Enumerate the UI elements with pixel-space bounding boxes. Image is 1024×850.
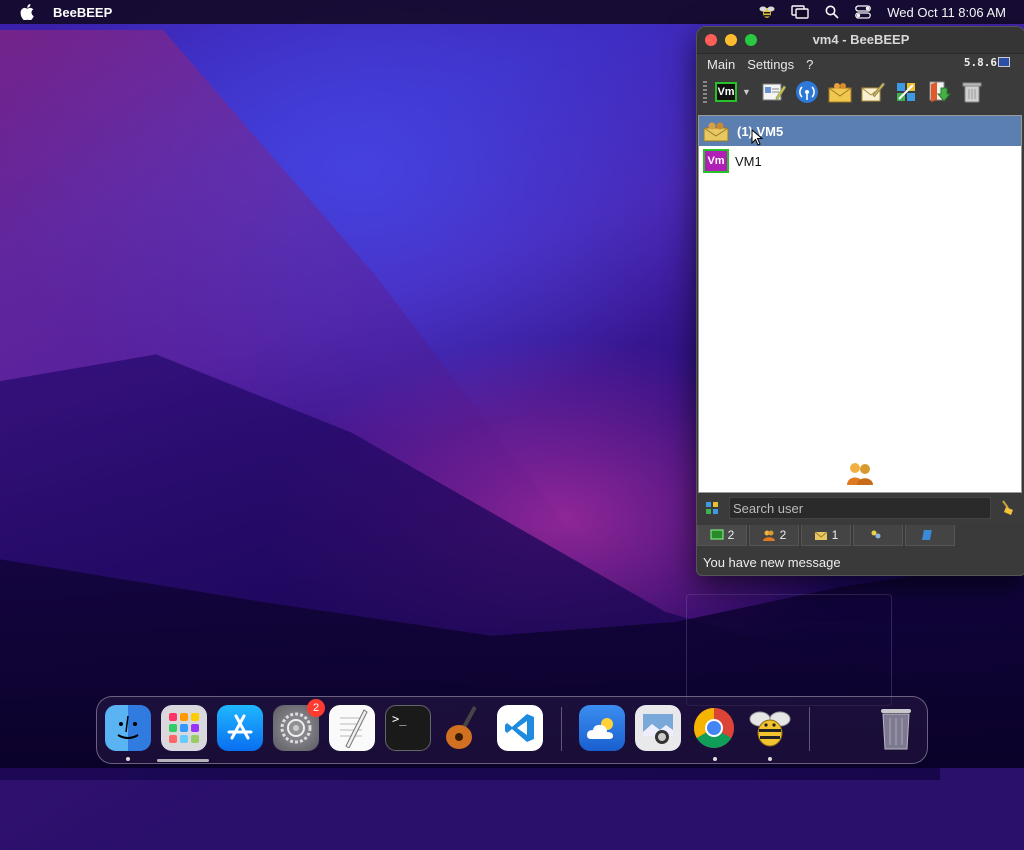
users-group-icon bbox=[845, 461, 875, 490]
download-arrow-icon bbox=[929, 81, 951, 102]
envelope-icon bbox=[814, 531, 827, 540]
textedit-icon[interactable] bbox=[329, 705, 375, 751]
clear-history-button[interactable] bbox=[959, 79, 985, 105]
file-transfer-button[interactable] bbox=[926, 79, 952, 105]
language-flag-icon bbox=[998, 57, 1010, 67]
notification-badge: 2 bbox=[307, 699, 325, 717]
main-toolbar: Vm ▼ bbox=[697, 74, 1024, 110]
chrome-icon[interactable] bbox=[691, 705, 737, 751]
broadcast-icon bbox=[795, 81, 818, 103]
preview-icon[interactable] bbox=[635, 705, 681, 751]
version-label: 5.8.6 bbox=[963, 56, 997, 69]
user-list-item-label: VM1 bbox=[735, 153, 762, 169]
launchpad-icon[interactable] bbox=[161, 705, 207, 751]
share-people-icon bbox=[871, 530, 881, 539]
status-message: You have new message bbox=[703, 555, 841, 570]
user-avatar-badge: Vm bbox=[715, 82, 737, 102]
tab-users[interactable]: 2 bbox=[697, 525, 747, 546]
envelope-group-icon bbox=[828, 83, 852, 103]
dock: 2 >_ bbox=[96, 696, 928, 764]
group-envelope-icon bbox=[703, 119, 729, 143]
menu-settings[interactable]: Settings bbox=[747, 57, 794, 72]
app-menu-bar: Main Settings ? 5.8.6 bbox=[697, 54, 1024, 74]
apple-menu-icon[interactable] bbox=[18, 3, 36, 21]
finder-icon[interactable] bbox=[105, 705, 151, 751]
system-settings-icon[interactable]: 2 bbox=[273, 699, 325, 751]
group-chat-button[interactable] bbox=[827, 79, 853, 105]
user-status-button[interactable]: Vm bbox=[713, 79, 739, 105]
terminal-icon[interactable]: >_ bbox=[385, 705, 431, 751]
network-button[interactable] bbox=[794, 79, 820, 105]
garageband-icon[interactable] bbox=[441, 705, 487, 751]
vscode-icon[interactable] bbox=[497, 705, 543, 751]
dock-scroll-indicator bbox=[157, 759, 209, 762]
people-icon bbox=[762, 530, 775, 541]
tab-count: 2 bbox=[779, 528, 787, 542]
beebeep-icon[interactable] bbox=[747, 705, 793, 751]
plugin-puzzle-icon bbox=[896, 83, 915, 101]
active-app-name[interactable]: BeeBEEP bbox=[53, 5, 112, 20]
beebeep-window: vm4 - BeeBEEP Main Settings ? 5.8.6 Vm ▼ bbox=[696, 26, 1024, 576]
menu-help[interactable]: ? bbox=[806, 57, 813, 72]
window-title: vm4 - BeeBEEP bbox=[812, 32, 910, 47]
menu-bar-clock[interactable]: Wed Oct 11 8:06 AM bbox=[887, 5, 1006, 20]
plugins-button[interactable] bbox=[893, 79, 919, 105]
view-tabs: 2 2 1 bbox=[697, 525, 957, 547]
profile-card-icon bbox=[762, 83, 786, 101]
tab-shares[interactable] bbox=[853, 525, 903, 546]
app-store-icon[interactable] bbox=[217, 705, 263, 751]
chevron-down-icon[interactable]: ▼ bbox=[742, 87, 751, 97]
user-list-item-vm5[interactable]: (1) VM5 bbox=[699, 116, 1021, 146]
ghost-window-outline bbox=[686, 594, 892, 706]
trash-icon[interactable] bbox=[873, 705, 919, 751]
envelope-pencil-icon bbox=[861, 82, 885, 102]
filter-puzzle-icon bbox=[705, 501, 719, 520]
search-bar bbox=[697, 495, 1024, 523]
window-titlebar[interactable]: vm4 - BeeBEEP bbox=[697, 27, 1024, 54]
control-center-icon[interactable] bbox=[855, 0, 872, 24]
trash-bin-icon bbox=[962, 82, 982, 103]
notebook-icon bbox=[922, 530, 932, 540]
beebeep-status-icon[interactable] bbox=[759, 0, 775, 24]
user-list: (1) VM5 Vm VM1 bbox=[698, 115, 1022, 493]
screen-mirroring-icon[interactable] bbox=[791, 0, 809, 24]
user-avatar-badge: Vm bbox=[703, 149, 729, 173]
tab-log[interactable] bbox=[905, 525, 955, 546]
menu-main[interactable]: Main bbox=[707, 57, 735, 72]
mouse-cursor-icon bbox=[751, 129, 763, 146]
users-screen-icon bbox=[710, 529, 724, 540]
menu-bar: BeeBEEP Wed Oct 11 8:06 AM bbox=[0, 0, 1024, 24]
tab-groups[interactable]: 2 bbox=[749, 525, 799, 546]
tab-count: 2 bbox=[727, 528, 735, 542]
edit-profile-button[interactable] bbox=[761, 79, 787, 105]
tab-count: 1 bbox=[831, 528, 839, 542]
toolbar-grip-handle[interactable] bbox=[703, 81, 707, 103]
tab-chats[interactable]: 1 bbox=[801, 525, 851, 546]
spotlight-search-icon[interactable] bbox=[825, 0, 839, 24]
user-list-item-vm1[interactable]: Vm VM1 bbox=[699, 146, 1021, 176]
weather-icon[interactable] bbox=[579, 705, 625, 751]
search-user-input[interactable] bbox=[729, 497, 991, 519]
write-message-button[interactable] bbox=[860, 79, 886, 105]
clear-search-broom-icon[interactable] bbox=[1001, 500, 1015, 521]
